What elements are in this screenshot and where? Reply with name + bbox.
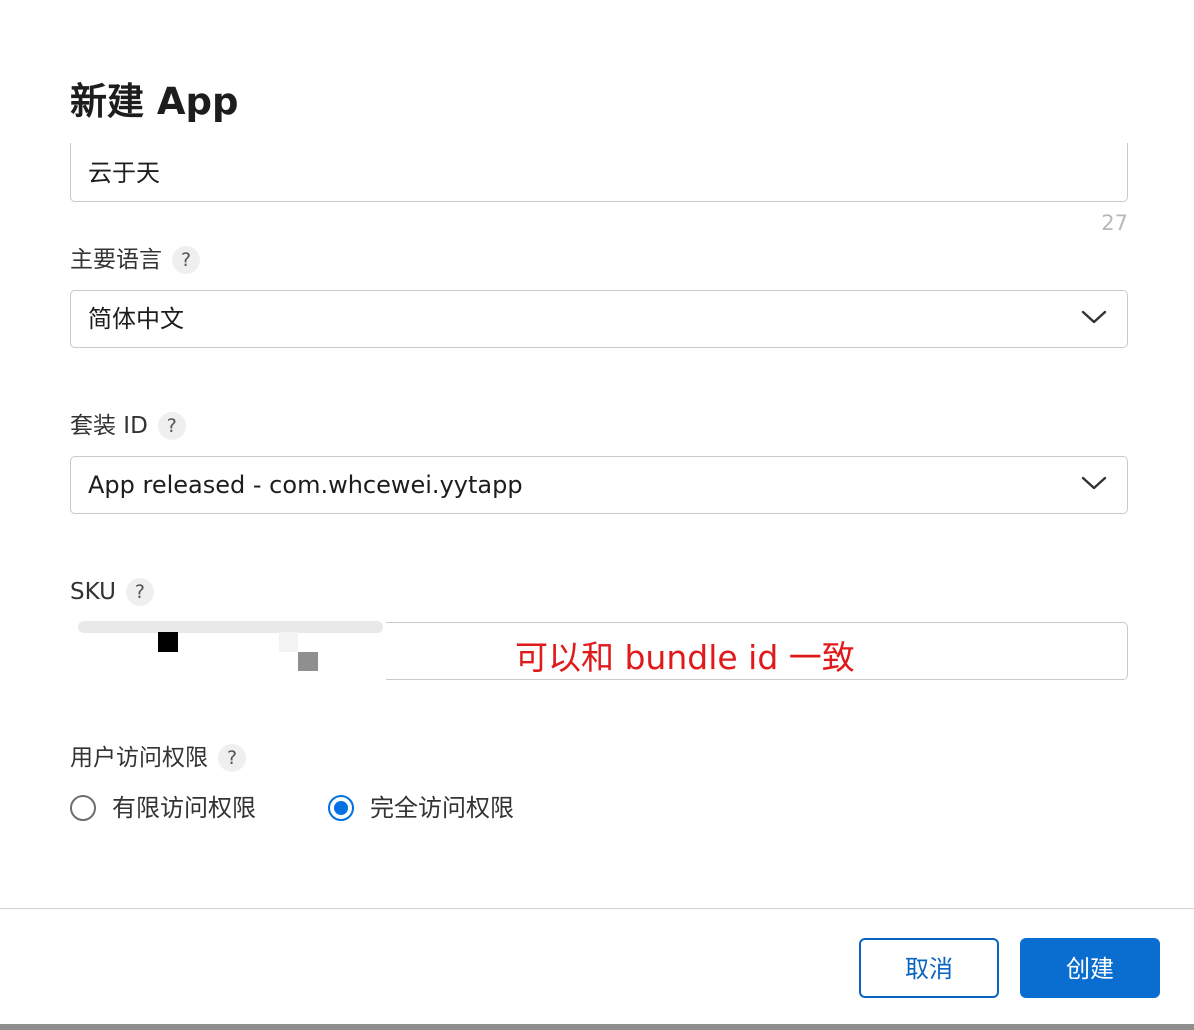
app-name-value: 云于天 [88, 159, 160, 187]
radio-limited-access[interactable]: 有限访问权限 [70, 790, 256, 826]
sku-label: SKU [70, 579, 116, 605]
bundle-id-selected: App released - com.whcewei.yytapp [88, 471, 523, 499]
primary-language-select[interactable]: 简体中文 [70, 290, 1128, 348]
user-access-help-icon[interactable]: ? [218, 744, 246, 772]
bundle-id-label-row: 套装 ID ? [70, 409, 186, 443]
radio-full-access[interactable]: 完全访问权限 [328, 790, 514, 826]
footer-divider [0, 908, 1194, 909]
sku-redaction-stripe [78, 621, 383, 633]
radio-checked-icon[interactable] [328, 795, 354, 821]
primary-language-help-icon[interactable]: ? [172, 246, 200, 274]
sku-label-row: SKU ? [70, 575, 154, 609]
bundle-id-select[interactable]: App released - com.whcewei.yytapp [70, 456, 1128, 514]
bundle-id-help-icon[interactable]: ? [157, 412, 186, 440]
dialog-title: 新建 App [70, 80, 239, 123]
primary-language-label: 主要语言 [70, 247, 162, 273]
window-bottom-edge [0, 1024, 1194, 1030]
redaction-pixel [298, 652, 318, 671]
user-access-label: 用户访问权限 [70, 745, 208, 771]
radio-limited-access-label[interactable]: 有限访问权限 [112, 790, 256, 826]
app-name-char-counter: 27 [1101, 211, 1128, 235]
cancel-button[interactable]: 取消 [859, 938, 999, 998]
create-button[interactable]: 创建 [1020, 938, 1160, 998]
sku-annotation-note: 可以和 bundle id 一致 [515, 638, 855, 677]
radio-unchecked-icon[interactable] [70, 795, 96, 821]
chevron-down-icon [1081, 310, 1107, 324]
chevron-down-icon [1081, 476, 1107, 490]
bundle-id-label: 套装 ID [70, 413, 148, 439]
redaction-pixel [279, 632, 298, 652]
app-name-input[interactable]: 云于天 [70, 143, 1128, 202]
redaction-pixel [158, 632, 178, 652]
user-access-label-row: 用户访问权限 ? [70, 741, 246, 775]
primary-language-selected: 简体中文 [88, 305, 184, 333]
primary-language-label-row: 主要语言 ? [70, 243, 200, 277]
new-app-dialog: 新建 App 云于天 27 主要语言 ? 简体中文 套装 ID ? App re… [0, 0, 1194, 1030]
radio-full-access-label[interactable]: 完全访问权限 [370, 790, 514, 826]
sku-help-icon[interactable]: ? [125, 578, 154, 606]
